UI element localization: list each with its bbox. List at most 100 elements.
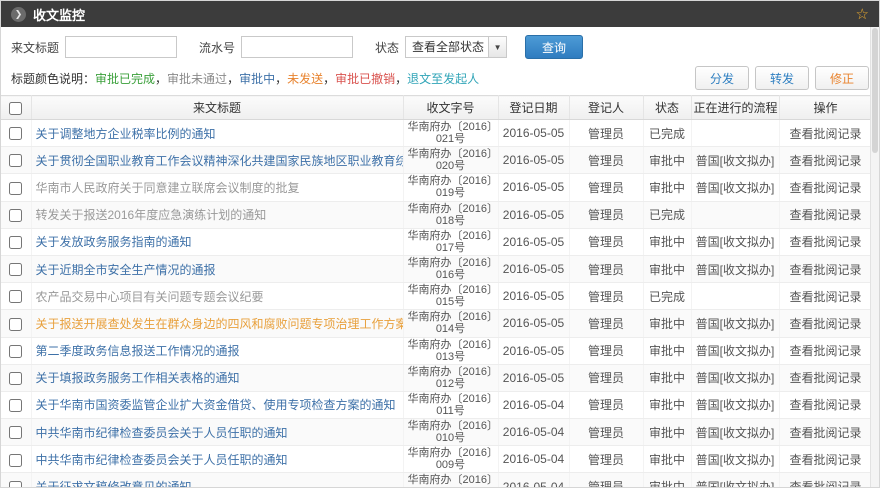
operation-cell: 查看批阅记录 <box>779 283 872 310</box>
collapse-arrow-icon[interactable]: ❯ <box>11 7 26 22</box>
forward-button[interactable]: 转发 <box>755 66 809 90</box>
view-record-link[interactable]: 查看批阅记录 <box>789 181 861 195</box>
register-date: 2016-05-05 <box>498 255 569 282</box>
register-date: 2016-05-04 <box>498 419 569 446</box>
view-record-link[interactable]: 查看批阅记录 <box>789 290 861 304</box>
title-filter-input[interactable] <box>65 36 177 58</box>
row-checkbox[interactable] <box>9 426 22 439</box>
legend-action-bar: 标题颜色说明：审批已完成，审批未通过，审批中，未发送，审批已撤销，退文至发起人 … <box>1 61 879 95</box>
doc-number-line2: 020号 <box>408 160 494 172</box>
operation-cell: 查看批阅记录 <box>779 391 872 418</box>
view-record-link[interactable]: 查看批阅记录 <box>789 263 861 277</box>
topbar: ❯ 收文监控 ☆ <box>1 1 879 27</box>
doc-title-link[interactable]: 中共华南市纪律检查委员会关于人员任职的通知 <box>36 426 288 440</box>
status-text: 审批中 <box>643 228 691 255</box>
status-text: 审批中 <box>643 174 691 201</box>
register-date: 2016-05-05 <box>498 364 569 391</box>
doc-title-link[interactable]: 转发关于报送2016年度应急演练计划的通知 <box>36 208 267 222</box>
doc-title-cell: 关于近期全市安全生产情况的通报 <box>31 255 403 282</box>
doc-title-link[interactable]: 第二季度政务信息报送工作情况的通报 <box>36 344 240 358</box>
view-record-link[interactable]: 查看批阅记录 <box>789 426 861 440</box>
view-record-link[interactable]: 查看批阅记录 <box>789 127 861 141</box>
status-text: 审批中 <box>643 364 691 391</box>
doc-number-line1: 华南府办〔2016〕 <box>408 393 494 405</box>
doc-title-link[interactable]: 农产品交易中心项目有关问题专题会议纪要 <box>36 290 264 304</box>
title-filter-label: 来文标题 <box>11 39 59 56</box>
table-row: 第二季度政务信息报送工作情况的通报 华南府办〔2016〕013号 2016-05… <box>1 337 872 364</box>
legend-separator: ， <box>155 72 167 86</box>
doc-title-link[interactable]: 关于发放政务服务指南的通知 <box>36 235 192 249</box>
scrollbar-thumb[interactable] <box>872 28 878 153</box>
register-date: 2016-05-05 <box>498 228 569 255</box>
view-record-link[interactable]: 查看批阅记录 <box>789 208 861 222</box>
row-checkbox[interactable] <box>9 209 22 222</box>
table-row: 中共华南市纪律检查委员会关于人员任职的通知 华南府办〔2016〕009号 201… <box>1 446 872 473</box>
doc-title-link[interactable]: 关于调整地方企业税率比例的通知 <box>36 127 216 141</box>
doc-title-link[interactable]: 关于报送开展查处发生在群众身边的四风和腐败问题专项治理工作方案通知 <box>36 317 404 331</box>
col-header-register-date: 登记日期 <box>498 96 569 120</box>
status-select-value: 查看全部状态 <box>406 37 488 57</box>
doc-number-line1: 华南府办〔2016〕 <box>408 148 494 160</box>
row-checkbox[interactable] <box>9 127 22 140</box>
table-row: 中共华南市纪律检查委员会关于人员任职的通知 华南府办〔2016〕010号 201… <box>1 419 872 446</box>
status-select[interactable]: 查看全部状态 ▼ <box>405 36 507 58</box>
row-checkbox[interactable] <box>9 182 22 195</box>
row-checkbox[interactable] <box>9 372 22 385</box>
view-record-link[interactable]: 查看批阅记录 <box>789 235 861 249</box>
chevron-down-icon[interactable]: ▼ <box>488 37 506 57</box>
registrant: 管理员 <box>569 201 643 228</box>
row-checkbox[interactable] <box>9 263 22 276</box>
row-checkbox-cell <box>1 310 31 337</box>
revise-button[interactable]: 修正 <box>815 66 869 90</box>
vertical-scrollbar[interactable] <box>870 27 879 487</box>
operation-cell: 查看批阅记录 <box>779 419 872 446</box>
table-row: 关于华南市国资委监管企业扩大资金借贷、使用专项检查方案的通知 华南府办〔2016… <box>1 391 872 418</box>
view-record-link[interactable]: 查看批阅记录 <box>789 453 861 467</box>
page-title: 收文监控 <box>33 5 85 24</box>
serial-filter-input[interactable] <box>241 36 353 58</box>
row-checkbox[interactable] <box>9 236 22 249</box>
doc-title-link[interactable]: 华南市人民政府关于同意建立联席会议制度的批复 <box>36 181 300 195</box>
row-checkbox[interactable] <box>9 481 22 488</box>
status-text: 审批中 <box>643 147 691 174</box>
doc-title-cell: 第二季度政务信息报送工作情况的通报 <box>31 337 403 364</box>
registrant: 管理员 <box>569 337 643 364</box>
view-record-link[interactable]: 查看批阅记录 <box>789 480 861 488</box>
select-all-checkbox[interactable] <box>9 102 22 115</box>
table-header-row: 来文标题 收文字号 登记日期 登记人 状态 正在进行的流程 操作 <box>1 96 872 120</box>
view-record-link[interactable]: 查看批阅记录 <box>789 317 861 331</box>
view-record-link[interactable]: 查看批阅记录 <box>789 371 861 385</box>
row-checkbox[interactable] <box>9 318 22 331</box>
doc-number-line2: 013号 <box>408 351 494 363</box>
table-body: 关于调整地方企业税率比例的通知 华南府办〔2016〕021号 2016-05-0… <box>1 120 872 488</box>
register-date: 2016-05-05 <box>498 120 569 147</box>
distribute-button[interactable]: 分发 <box>695 66 749 90</box>
row-checkbox[interactable] <box>9 454 22 467</box>
row-checkbox[interactable] <box>9 345 22 358</box>
query-button[interactable]: 查询 <box>525 35 583 59</box>
favorite-star-icon[interactable]: ☆ <box>856 7 869 22</box>
doc-number-cell: 华南府办〔2016〕016号 <box>403 255 498 282</box>
doc-title-link[interactable]: 关于贯彻全国职业教育工作会议精神深化共建国家民族地区职业教育综合...的通知 <box>36 154 404 168</box>
doc-number-line2: 009号 <box>408 459 494 471</box>
doc-title-link[interactable]: 关于征求文稿修改意见的通知 <box>36 480 192 488</box>
row-checkbox-cell <box>1 283 31 310</box>
status-text: 已完成 <box>643 201 691 228</box>
legend-item: 审批未通过 <box>167 72 227 86</box>
registrant: 管理员 <box>569 446 643 473</box>
doc-title-link[interactable]: 关于近期全市安全生产情况的通报 <box>36 263 216 277</box>
operation-cell: 查看批阅记录 <box>779 120 872 147</box>
view-record-link[interactable]: 查看批阅记录 <box>789 398 861 412</box>
row-checkbox[interactable] <box>9 399 22 412</box>
row-checkbox[interactable] <box>9 290 22 303</box>
doc-title-link[interactable]: 关于填报政务服务工作相关表格的通知 <box>36 371 240 385</box>
registrant: 管理员 <box>569 228 643 255</box>
row-checkbox-cell <box>1 228 31 255</box>
row-checkbox[interactable] <box>9 154 22 167</box>
view-record-link[interactable]: 查看批阅记录 <box>789 154 861 168</box>
view-record-link[interactable]: 查看批阅记录 <box>789 344 861 358</box>
doc-title-link[interactable]: 关于华南市国资委监管企业扩大资金借贷、使用专项检查方案的通知 <box>36 398 396 412</box>
doc-number-line1: 华南府办〔2016〕 <box>408 230 494 242</box>
doc-title-link[interactable]: 中共华南市纪律检查委员会关于人员任职的通知 <box>36 453 288 467</box>
doc-number-line1: 华南府办〔2016〕 <box>408 366 494 378</box>
